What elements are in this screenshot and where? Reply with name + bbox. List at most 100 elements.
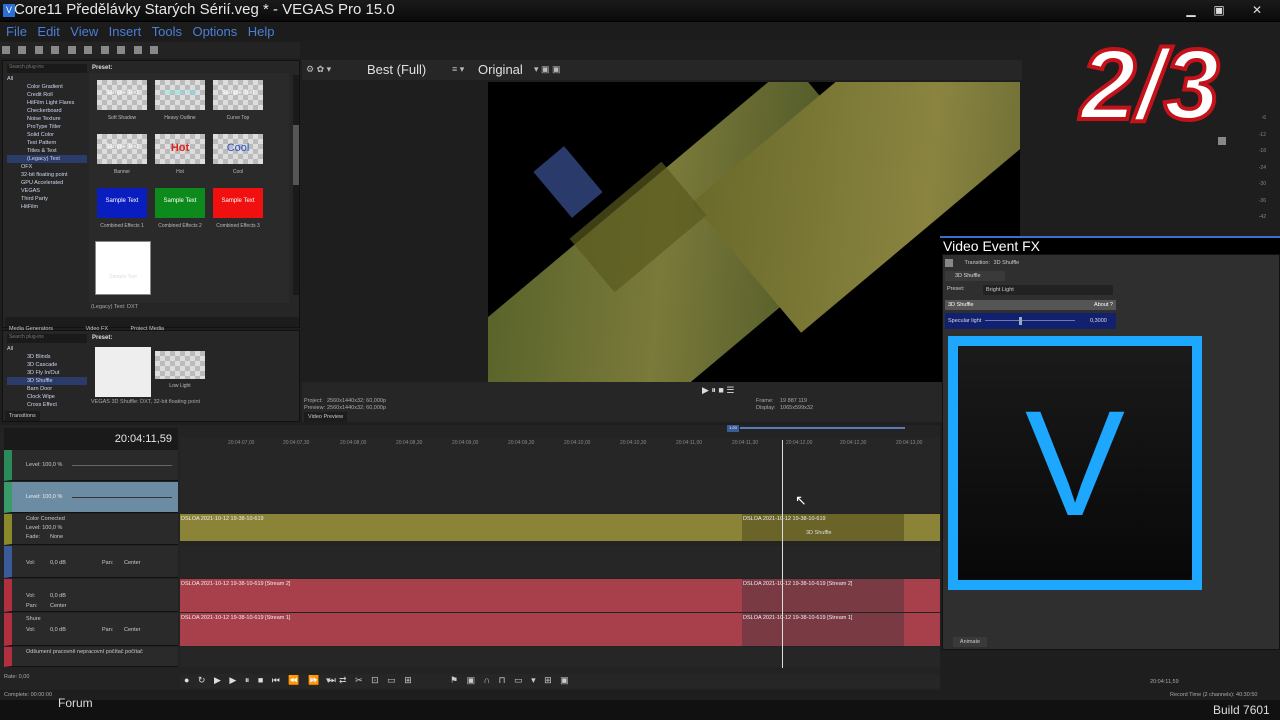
tab-transitions[interactable]: Transitions xyxy=(5,411,40,421)
tree-item[interactable]: 32-bit floating point xyxy=(7,171,87,179)
audio-track-header-4[interactable]: Odšumení pracovně nepracovní počítač poč… xyxy=(4,647,178,667)
about-button[interactable]: About ? xyxy=(1094,300,1113,310)
tree-item[interactable]: HitFilm xyxy=(7,203,87,211)
menu-help[interactable]: Help xyxy=(248,23,275,41)
properties-icon[interactable] xyxy=(67,46,76,54)
tree-item[interactable]: 3D Blinds xyxy=(7,353,87,361)
preset-thumb-combined-2[interactable]: Sample Text xyxy=(155,188,205,218)
snap-tools[interactable]: ⚑ ▣ ∩ ⊓ ▭ ▾ ⊞ ▣ xyxy=(450,675,572,686)
audio-clip-stream-1[interactable]: DSLOA 2021-10-12 19-38-10-619 [Stream 1]… xyxy=(180,613,940,646)
audio-track-header-3[interactable]: Shure Vol: 0,0 dB Pan: Center xyxy=(4,613,178,646)
preview-transport[interactable]: ▶ ⏸ ■ ☰ xyxy=(702,385,734,396)
tree-item-selected[interactable]: 3D Shuffle xyxy=(7,377,87,385)
tree-item[interactable]: Barn Door xyxy=(7,385,87,393)
preview-zoom-select[interactable]: Original xyxy=(478,62,523,77)
playhead-cursor[interactable] xyxy=(782,440,783,668)
tree-item[interactable]: Clock Wipe xyxy=(7,393,87,401)
menu-file[interactable]: File xyxy=(6,23,27,41)
transition-preset-low-light[interactable] xyxy=(155,351,205,379)
audio-track-header-1[interactable]: Vol: 0,0 dB Pan: Center xyxy=(4,546,178,578)
menu-view[interactable]: View xyxy=(70,23,98,41)
tree-item[interactable]: All xyxy=(7,75,87,83)
loop-region-bar[interactable] xyxy=(740,427,905,429)
track-pan-label: Pan: xyxy=(102,560,114,566)
new-icon[interactable] xyxy=(2,46,10,54)
preview-settings-icon[interactable]: ⚙ ✿ ▾ xyxy=(306,64,331,75)
close-icon[interactable]: ✕ xyxy=(1246,2,1268,18)
transition-preset-selected[interactable] xyxy=(95,347,151,397)
preset-scrollbar[interactable] xyxy=(293,75,299,295)
tree-item[interactable]: Solid Color xyxy=(7,131,87,139)
tab-video-preview[interactable]: Video Preview xyxy=(304,412,348,422)
cut-icon[interactable] xyxy=(84,46,93,54)
edit-tools[interactable]: ↖ ▾ ⇄ ✂ ⊡ ▭ ⊞ xyxy=(310,675,415,686)
tree-item[interactable]: All xyxy=(7,345,87,353)
param-slider[interactable] xyxy=(985,320,1075,321)
tree-item[interactable]: Checkerboard xyxy=(7,107,87,115)
transition-search-input[interactable]: Search plug-ins xyxy=(7,334,87,343)
tree-item[interactable]: 3D Cascade xyxy=(7,361,87,369)
tree-item-selected[interactable]: (Legacy) Text xyxy=(7,155,87,163)
audio-lane-empty[interactable] xyxy=(180,647,940,667)
maximize-icon[interactable]: ▣ xyxy=(1208,2,1230,18)
undo-icon[interactable] xyxy=(133,46,142,54)
preset-thumb-heavy-outline[interactable]: Sample Text xyxy=(155,80,205,110)
animate-button[interactable]: Animate xyxy=(953,637,987,647)
preset-thumb-combined-1[interactable]: Sample Text xyxy=(97,188,147,218)
open-icon[interactable] xyxy=(18,46,27,54)
tree-item[interactable]: Cross Effect xyxy=(7,401,87,409)
video-track-header-2[interactable]: Level: 100,0 % xyxy=(4,482,178,513)
tree-item[interactable]: GPU Accelerated xyxy=(7,179,87,187)
preset-thumb-cool[interactable]: Cool xyxy=(213,134,263,164)
minimize-icon[interactable]: ▁ xyxy=(1180,2,1202,18)
menu-insert[interactable]: Insert xyxy=(109,23,142,41)
save-icon[interactable] xyxy=(34,46,43,54)
preset-thumb-soft-shadow[interactable]: Sample Text xyxy=(97,80,147,110)
plugin-search-input[interactable]: Search plug-ins xyxy=(7,64,87,73)
audio-clip-stream-2[interactable]: DSLOA 2021-10-12 19-38-10-619 [Stream 2]… xyxy=(180,579,940,612)
loop-region-marker[interactable]: 1:20 xyxy=(727,425,739,432)
preset-thumb-banner[interactable]: Sample Text xyxy=(97,134,147,164)
paste-icon[interactable] xyxy=(117,46,126,54)
preset-select[interactable]: Bright Light xyxy=(983,285,1113,295)
audio-track-header-2[interactable]: Vol: 0,0 dB Pan: Center xyxy=(4,579,178,612)
preview-options-icon[interactable]: ▾ ▣ ▣ xyxy=(534,64,561,75)
param-slider-handle[interactable] xyxy=(1019,317,1022,325)
menu-edit[interactable]: Edit xyxy=(37,23,59,41)
tree-item[interactable]: Test Pattern xyxy=(7,139,87,147)
tree-item[interactable]: 3D Fly In/Out xyxy=(7,369,87,377)
video-lanes-empty[interactable] xyxy=(180,450,940,513)
tree-item[interactable]: VEGAS xyxy=(7,187,87,195)
level-slider[interactable] xyxy=(72,465,172,466)
tree-item[interactable]: OFX xyxy=(7,163,87,171)
preset-thumb-combined-3[interactable]: Sample Text xyxy=(213,188,263,218)
tree-item[interactable]: Color Gradient xyxy=(7,83,87,91)
preset-thumb-hot[interactable]: Hot xyxy=(155,134,205,164)
tree-item[interactable]: Titles & Text xyxy=(7,147,87,155)
tree-item[interactable]: ProType Titler xyxy=(7,123,87,131)
track-fade-label: Fade: xyxy=(26,534,41,540)
tree-item[interactable]: HitFilm Light Flares xyxy=(7,99,87,107)
render-icon[interactable] xyxy=(51,46,60,54)
preset-thumb-curve-top[interactable]: Sample Text xyxy=(213,80,263,110)
audio-lane-empty[interactable] xyxy=(180,546,940,578)
redo-icon[interactable] xyxy=(150,46,159,54)
fx-chain-icon[interactable] xyxy=(945,259,953,267)
level-slider[interactable] xyxy=(72,497,172,498)
menu-tools[interactable]: Tools xyxy=(152,23,182,41)
video-clip[interactable]: DSLOA 2021-10-12 19-38-10-619 DSLOA 2021… xyxy=(180,514,940,541)
menu-options[interactable]: Options xyxy=(192,23,237,41)
video-track-header-3[interactable]: Color Corrected Level: 100,0 % Fade: Non… xyxy=(4,514,178,545)
preview-quality-select[interactable]: Best (Full) xyxy=(367,62,426,77)
tree-item[interactable]: Noise Texture xyxy=(7,115,87,123)
tree-item[interactable]: Third Party xyxy=(7,195,87,203)
video-track-header-1[interactable]: Level: 100,0 % xyxy=(4,450,178,481)
time-ruler[interactable]: 20:04:07,00 20:04:07,30 20:04:08,00 20:0… xyxy=(180,438,940,450)
tree-item[interactable]: Credit Roll xyxy=(7,91,87,99)
split-screen-icon[interactable]: ≡ ▾ xyxy=(452,64,464,75)
param-value[interactable]: 0,3000 xyxy=(1090,313,1107,329)
copy-icon[interactable] xyxy=(100,46,109,54)
track-pan-value: Center xyxy=(124,627,141,633)
fx-tab-3d-shuffle[interactable]: 3D Shuffle xyxy=(945,271,1005,281)
preset-thumb-selected[interactable]: Sample Text xyxy=(95,241,151,295)
